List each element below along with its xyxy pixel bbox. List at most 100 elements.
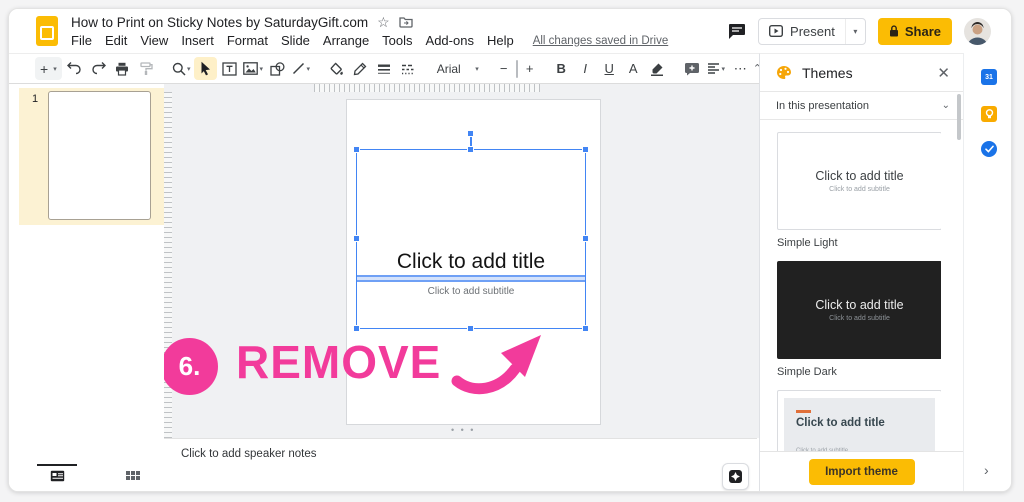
resize-handle-e[interactable] (582, 235, 589, 242)
theme-preview-title: Click to add title (815, 169, 904, 183)
menu-slide[interactable]: Slide (281, 33, 310, 48)
lock-icon (889, 25, 899, 37)
resize-handle-ne[interactable] (582, 146, 589, 153)
insert-line-button[interactable]: ▾ (290, 57, 313, 80)
print-button[interactable] (111, 57, 134, 80)
font-family-select[interactable]: Arial ▾ (432, 57, 484, 80)
view-switcher (9, 457, 164, 491)
chevron-down-icon: ▾ (721, 65, 725, 73)
explore-icon (729, 470, 742, 483)
new-slide-button[interactable]: + ▾ (35, 57, 62, 80)
tasks-icon[interactable] (981, 141, 997, 157)
resize-handle-nw[interactable] (353, 146, 360, 153)
theme-accent-dash (796, 410, 811, 413)
menu-edit[interactable]: Edit (105, 33, 127, 48)
align-button[interactable]: ▾ (705, 57, 728, 80)
slide-number: 1 (32, 93, 39, 105)
themes-panel-title: Themes (802, 64, 853, 81)
menu-help[interactable]: Help (487, 33, 514, 48)
comments-icon[interactable] (727, 23, 746, 40)
menu-format[interactable]: Format (227, 33, 268, 48)
present-button[interactable]: Present (759, 19, 845, 44)
slide-thumbnail-row-selected[interactable]: 1 (19, 88, 164, 225)
more-options-button[interactable]: ⋯ (729, 57, 752, 80)
palette-icon (776, 65, 792, 80)
placeholder-selection-box[interactable]: Click to add title Click to add subtitle (353, 130, 589, 332)
redo-button[interactable] (87, 57, 110, 80)
select-tool-button[interactable] (193, 57, 217, 80)
insert-image-button[interactable]: ▾ (242, 57, 265, 80)
close-icon[interactable]: ✕ (937, 64, 950, 82)
plus-icon: + (40, 60, 49, 77)
slide-thumbnail[interactable] (48, 91, 151, 220)
calendar-icon[interactable]: 31 (981, 69, 997, 85)
theme-card-simple-dark[interactable]: Click to add title Click to add subtitle (777, 261, 941, 359)
explore-button[interactable] (722, 463, 749, 490)
app-window: How to Print on Sticky Notes by Saturday… (8, 8, 1012, 492)
speaker-notes-input[interactable]: Click to add speaker notes (181, 448, 317, 460)
rotation-handle[interactable] (467, 130, 474, 137)
theme-name: Simple Dark (777, 366, 837, 378)
toolbar: + ▾ ▾ ▾ ▾ Arial ▾ − + B I U A ▾ ⋯ ⌃ (9, 53, 762, 84)
document-title[interactable]: How to Print on Sticky Notes by Saturday… (71, 15, 368, 30)
fill-color-button[interactable] (325, 57, 348, 80)
text-color-button[interactable]: A (622, 57, 645, 80)
italic-button[interactable]: I (574, 57, 597, 80)
grid-view-button[interactable] (126, 471, 140, 480)
undo-button[interactable] (63, 57, 86, 80)
border-color-button[interactable] (349, 57, 372, 80)
keep-icon[interactable] (981, 106, 997, 122)
resize-handle-sw[interactable] (353, 325, 360, 332)
share-button[interactable]: Share (877, 17, 952, 45)
themes-scrollbar[interactable] (957, 94, 961, 140)
subtitle-placeholder[interactable]: Click to add subtitle (357, 286, 585, 297)
menu-tools[interactable]: Tools (382, 33, 412, 48)
border-weight-button[interactable] (373, 57, 396, 80)
share-label: Share (904, 23, 941, 39)
insert-shape-button[interactable] (266, 57, 289, 80)
increase-font-size-button[interactable]: + (522, 57, 538, 80)
theme-preview-title: Click to add title (815, 298, 904, 312)
side-apps-bar: 31 › (963, 53, 1011, 491)
import-theme-button[interactable]: Import theme (808, 458, 915, 485)
star-icon[interactable]: ☆ (377, 15, 390, 29)
underline-button[interactable]: U (598, 57, 621, 80)
theme-card-streamline[interactable]: Click to add title Click to add subtitle (777, 390, 941, 451)
font-size-input[interactable] (515, 59, 518, 78)
chevron-down-icon: ▾ (53, 65, 57, 73)
notes-resize-handle[interactable]: • • • (451, 425, 475, 435)
add-comment-button[interactable] (681, 57, 704, 80)
resize-handle-n[interactable] (467, 146, 474, 153)
theme-preview-title: Click to add title (796, 417, 885, 429)
theme-preview-subtitle: Click to add subtitle (829, 186, 890, 193)
slides-logo-icon[interactable] (36, 16, 58, 46)
menu-arrange[interactable]: Arrange (323, 33, 369, 48)
font-family-value: Arial (436, 61, 461, 76)
highlight-color-button[interactable] (646, 57, 669, 80)
hide-side-panel-button[interactable]: › (984, 462, 989, 478)
text-box-tool-button[interactable] (218, 57, 241, 80)
save-status-link[interactable]: All changes saved in Drive (533, 35, 669, 47)
themes-list: Click to add title Click to add subtitle… (777, 132, 941, 451)
zoom-button[interactable]: ▾ (170, 57, 193, 80)
menu-add-ons[interactable]: Add-ons (426, 33, 474, 48)
menu-insert[interactable]: Insert (181, 33, 214, 48)
decrease-font-size-button[interactable]: − (496, 57, 512, 80)
menu-view[interactable]: View (140, 33, 168, 48)
chevron-down-icon: ⌄ (941, 100, 950, 111)
themes-source-select[interactable]: In this presentation ⌄ (760, 92, 963, 120)
themes-source-label: In this presentation (776, 99, 869, 112)
menu-file[interactable]: File (71, 33, 92, 48)
title-placeholder[interactable]: Click to add title (357, 250, 585, 274)
theme-card-simple-light[interactable]: Click to add title Click to add subtitle (777, 132, 941, 230)
present-dropdown-button[interactable]: ▾ (844, 18, 865, 44)
bold-button[interactable]: B (550, 57, 573, 80)
filmstrip-view-button[interactable] (50, 470, 65, 482)
user-avatar[interactable] (964, 17, 991, 45)
resize-handle-w[interactable] (353, 235, 360, 242)
slide-filmstrip: 1 (9, 85, 164, 491)
paint-format-button[interactable] (135, 57, 158, 80)
border-dash-button[interactable] (397, 57, 420, 80)
move-folder-icon[interactable] (399, 16, 413, 28)
resize-handle-se[interactable] (582, 325, 589, 332)
